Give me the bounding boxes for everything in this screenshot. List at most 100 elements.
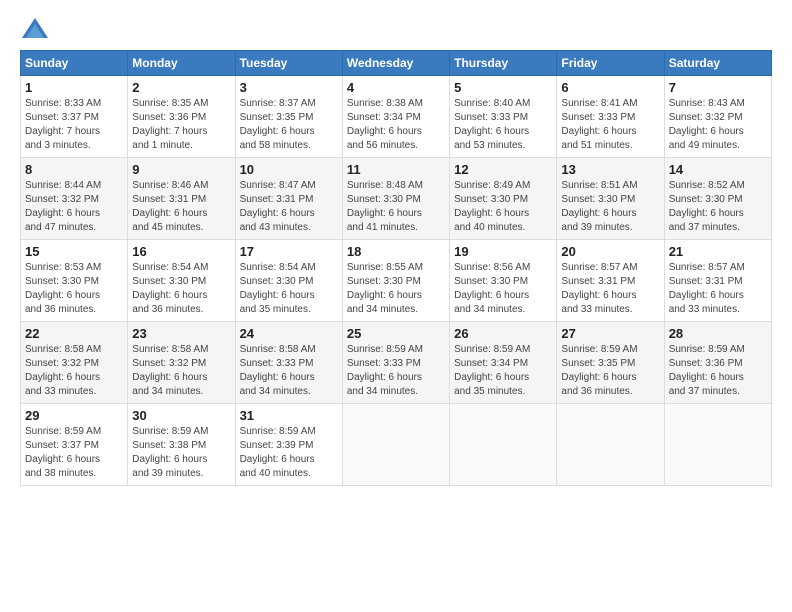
calendar-cell: 6 Sunrise: 8:41 AM Sunset: 3:33 PM Daylig… [557,76,664,158]
day-info: Sunrise: 8:35 AM Sunset: 3:36 PM Dayligh… [132,97,230,153]
week-row-2: 8Sunrise: 8:44 AM Sunset: 3:32 PM Daylig… [21,158,772,240]
calendar-header: SundayMondayTuesdayWednesdayThursdayFrid… [21,51,772,76]
day-number: 5 [454,80,552,95]
day-number: 26 [454,326,552,341]
calendar-cell: 19 Sunrise: 8:56 AM Sunset: 3:30 PM Dayli… [450,240,557,322]
calendar-cell: 13 Sunrise: 8:51 AM Sunset: 3:30 PM Dayli… [557,158,664,240]
day-number: 14 [669,162,767,177]
day-number: 2 [132,80,230,95]
day-info: Sunrise: 8:40 AM Sunset: 3:33 PM Dayligh… [454,97,552,153]
calendar-cell: 24 Sunrise: 8:58 AM Sunset: 3:33 PM Dayli… [235,322,342,404]
day-number: 4 [347,80,445,95]
day-info: Sunrise: 8:46 AM Sunset: 3:31 PM Dayligh… [132,179,230,235]
day-info: Sunrise: 8:43 AM Sunset: 3:32 PM Dayligh… [669,97,767,153]
calendar-cell: 30 Sunrise: 8:59 AM Sunset: 3:38 PM Dayli… [128,404,235,486]
day-number: 10 [240,162,338,177]
day-info: Sunrise: 8:57 AM Sunset: 3:31 PM Dayligh… [669,261,767,317]
calendar-cell: 18 Sunrise: 8:55 AM Sunset: 3:30 PM Dayli… [342,240,449,322]
calendar-cell: 8Sunrise: 8:44 AM Sunset: 3:32 PM Daylig… [21,158,128,240]
day-number: 12 [454,162,552,177]
day-number: 16 [132,244,230,259]
calendar-cell: 20Sunrise: 8:57 AM Sunset: 3:31 PM Dayli… [557,240,664,322]
calendar-cell: 11 Sunrise: 8:48 AM Sunset: 3:30 PM Dayli… [342,158,449,240]
day-info: Sunrise: 8:55 AM Sunset: 3:30 PM Dayligh… [347,261,445,317]
calendar-cell: 25Sunrise: 8:59 AM Sunset: 3:33 PM Dayli… [342,322,449,404]
day-info: Sunrise: 8:33 AM Sunset: 3:37 PM Dayligh… [25,97,123,153]
column-header-thursday: Thursday [450,51,557,76]
day-info: Sunrise: 8:47 AM Sunset: 3:31 PM Dayligh… [240,179,338,235]
calendar-cell: 9 Sunrise: 8:46 AM Sunset: 3:31 PM Daylig… [128,158,235,240]
column-header-sunday: Sunday [21,51,128,76]
day-number: 9 [132,162,230,177]
day-number: 22 [25,326,123,341]
calendar-cell: 12 Sunrise: 8:49 AM Sunset: 3:30 PM Dayli… [450,158,557,240]
day-info: Sunrise: 8:38 AM Sunset: 3:34 PM Dayligh… [347,97,445,153]
day-number: 27 [561,326,659,341]
calendar-cell: 2 Sunrise: 8:35 AM Sunset: 3:36 PM Daylig… [128,76,235,158]
calendar-cell: 14Sunrise: 8:52 AM Sunset: 3:30 PM Dayli… [664,158,771,240]
calendar-cell [342,404,449,486]
day-number: 17 [240,244,338,259]
day-number: 29 [25,408,123,423]
day-info: Sunrise: 8:59 AM Sunset: 3:37 PM Dayligh… [25,425,123,481]
day-info: Sunrise: 8:49 AM Sunset: 3:30 PM Dayligh… [454,179,552,235]
calendar-body: 1 Sunrise: 8:33 AM Sunset: 3:37 PM Daylig… [21,76,772,486]
calendar-cell: 7 Sunrise: 8:43 AM Sunset: 3:32 PM Daylig… [664,76,771,158]
day-info: Sunrise: 8:51 AM Sunset: 3:30 PM Dayligh… [561,179,659,235]
day-info: Sunrise: 8:48 AM Sunset: 3:30 PM Dayligh… [347,179,445,235]
day-info: Sunrise: 8:54 AM Sunset: 3:30 PM Dayligh… [240,261,338,317]
column-header-monday: Monday [128,51,235,76]
calendar-cell: 15Sunrise: 8:53 AM Sunset: 3:30 PM Dayli… [21,240,128,322]
page-container: SundayMondayTuesdayWednesdayThursdayFrid… [0,0,792,496]
calendar-cell [450,404,557,486]
day-number: 24 [240,326,338,341]
calendar-cell: 17 Sunrise: 8:54 AM Sunset: 3:30 PM Dayli… [235,240,342,322]
column-header-saturday: Saturday [664,51,771,76]
day-info: Sunrise: 8:59 AM Sunset: 3:38 PM Dayligh… [132,425,230,481]
day-number: 13 [561,162,659,177]
day-number: 6 [561,80,659,95]
day-number: 7 [669,80,767,95]
day-info: Sunrise: 8:53 AM Sunset: 3:30 PM Dayligh… [25,261,123,317]
day-info: Sunrise: 8:59 AM Sunset: 3:36 PM Dayligh… [669,343,767,399]
calendar-cell: 21 Sunrise: 8:57 AM Sunset: 3:31 PM Dayli… [664,240,771,322]
day-info: Sunrise: 8:59 AM Sunset: 3:34 PM Dayligh… [454,343,552,399]
calendar-cell: 16Sunrise: 8:54 AM Sunset: 3:30 PM Dayli… [128,240,235,322]
day-info: Sunrise: 8:41 AM Sunset: 3:33 PM Dayligh… [561,97,659,153]
calendar-cell: 3 Sunrise: 8:37 AM Sunset: 3:35 PM Daylig… [235,76,342,158]
calendar-cell: 5 Sunrise: 8:40 AM Sunset: 3:33 PM Daylig… [450,76,557,158]
day-info: Sunrise: 8:56 AM Sunset: 3:30 PM Dayligh… [454,261,552,317]
header [20,16,772,46]
day-info: Sunrise: 8:58 AM Sunset: 3:32 PM Dayligh… [25,343,123,399]
calendar-cell: 4 Sunrise: 8:38 AM Sunset: 3:34 PM Daylig… [342,76,449,158]
column-header-tuesday: Tuesday [235,51,342,76]
header-row: SundayMondayTuesdayWednesdayThursdayFrid… [21,51,772,76]
day-info: Sunrise: 8:58 AM Sunset: 3:33 PM Dayligh… [240,343,338,399]
day-number: 1 [25,80,123,95]
day-number: 11 [347,162,445,177]
day-info: Sunrise: 8:37 AM Sunset: 3:35 PM Dayligh… [240,97,338,153]
day-info: Sunrise: 8:59 AM Sunset: 3:39 PM Dayligh… [240,425,338,481]
day-number: 28 [669,326,767,341]
week-row-3: 15Sunrise: 8:53 AM Sunset: 3:30 PM Dayli… [21,240,772,322]
calendar-cell: 28 Sunrise: 8:59 AM Sunset: 3:36 PM Dayli… [664,322,771,404]
calendar-cell: 10 Sunrise: 8:47 AM Sunset: 3:31 PM Dayli… [235,158,342,240]
day-number: 30 [132,408,230,423]
calendar-cell: 1 Sunrise: 8:33 AM Sunset: 3:37 PM Daylig… [21,76,128,158]
week-row-4: 22 Sunrise: 8:58 AM Sunset: 3:32 PM Dayli… [21,322,772,404]
calendar-cell: 27Sunrise: 8:59 AM Sunset: 3:35 PM Dayli… [557,322,664,404]
logo-icon [20,16,50,46]
day-number: 25 [347,326,445,341]
day-info: Sunrise: 8:57 AM Sunset: 3:31 PM Dayligh… [561,261,659,317]
day-number: 18 [347,244,445,259]
logo [20,16,56,46]
day-number: 21 [669,244,767,259]
day-number: 8 [25,162,123,177]
day-number: 19 [454,244,552,259]
calendar-cell [557,404,664,486]
week-row-1: 1 Sunrise: 8:33 AM Sunset: 3:37 PM Daylig… [21,76,772,158]
calendar-cell: 22 Sunrise: 8:58 AM Sunset: 3:32 PM Dayli… [21,322,128,404]
day-number: 3 [240,80,338,95]
calendar-cell [664,404,771,486]
calendar-cell: 29 Sunrise: 8:59 AM Sunset: 3:37 PM Dayli… [21,404,128,486]
